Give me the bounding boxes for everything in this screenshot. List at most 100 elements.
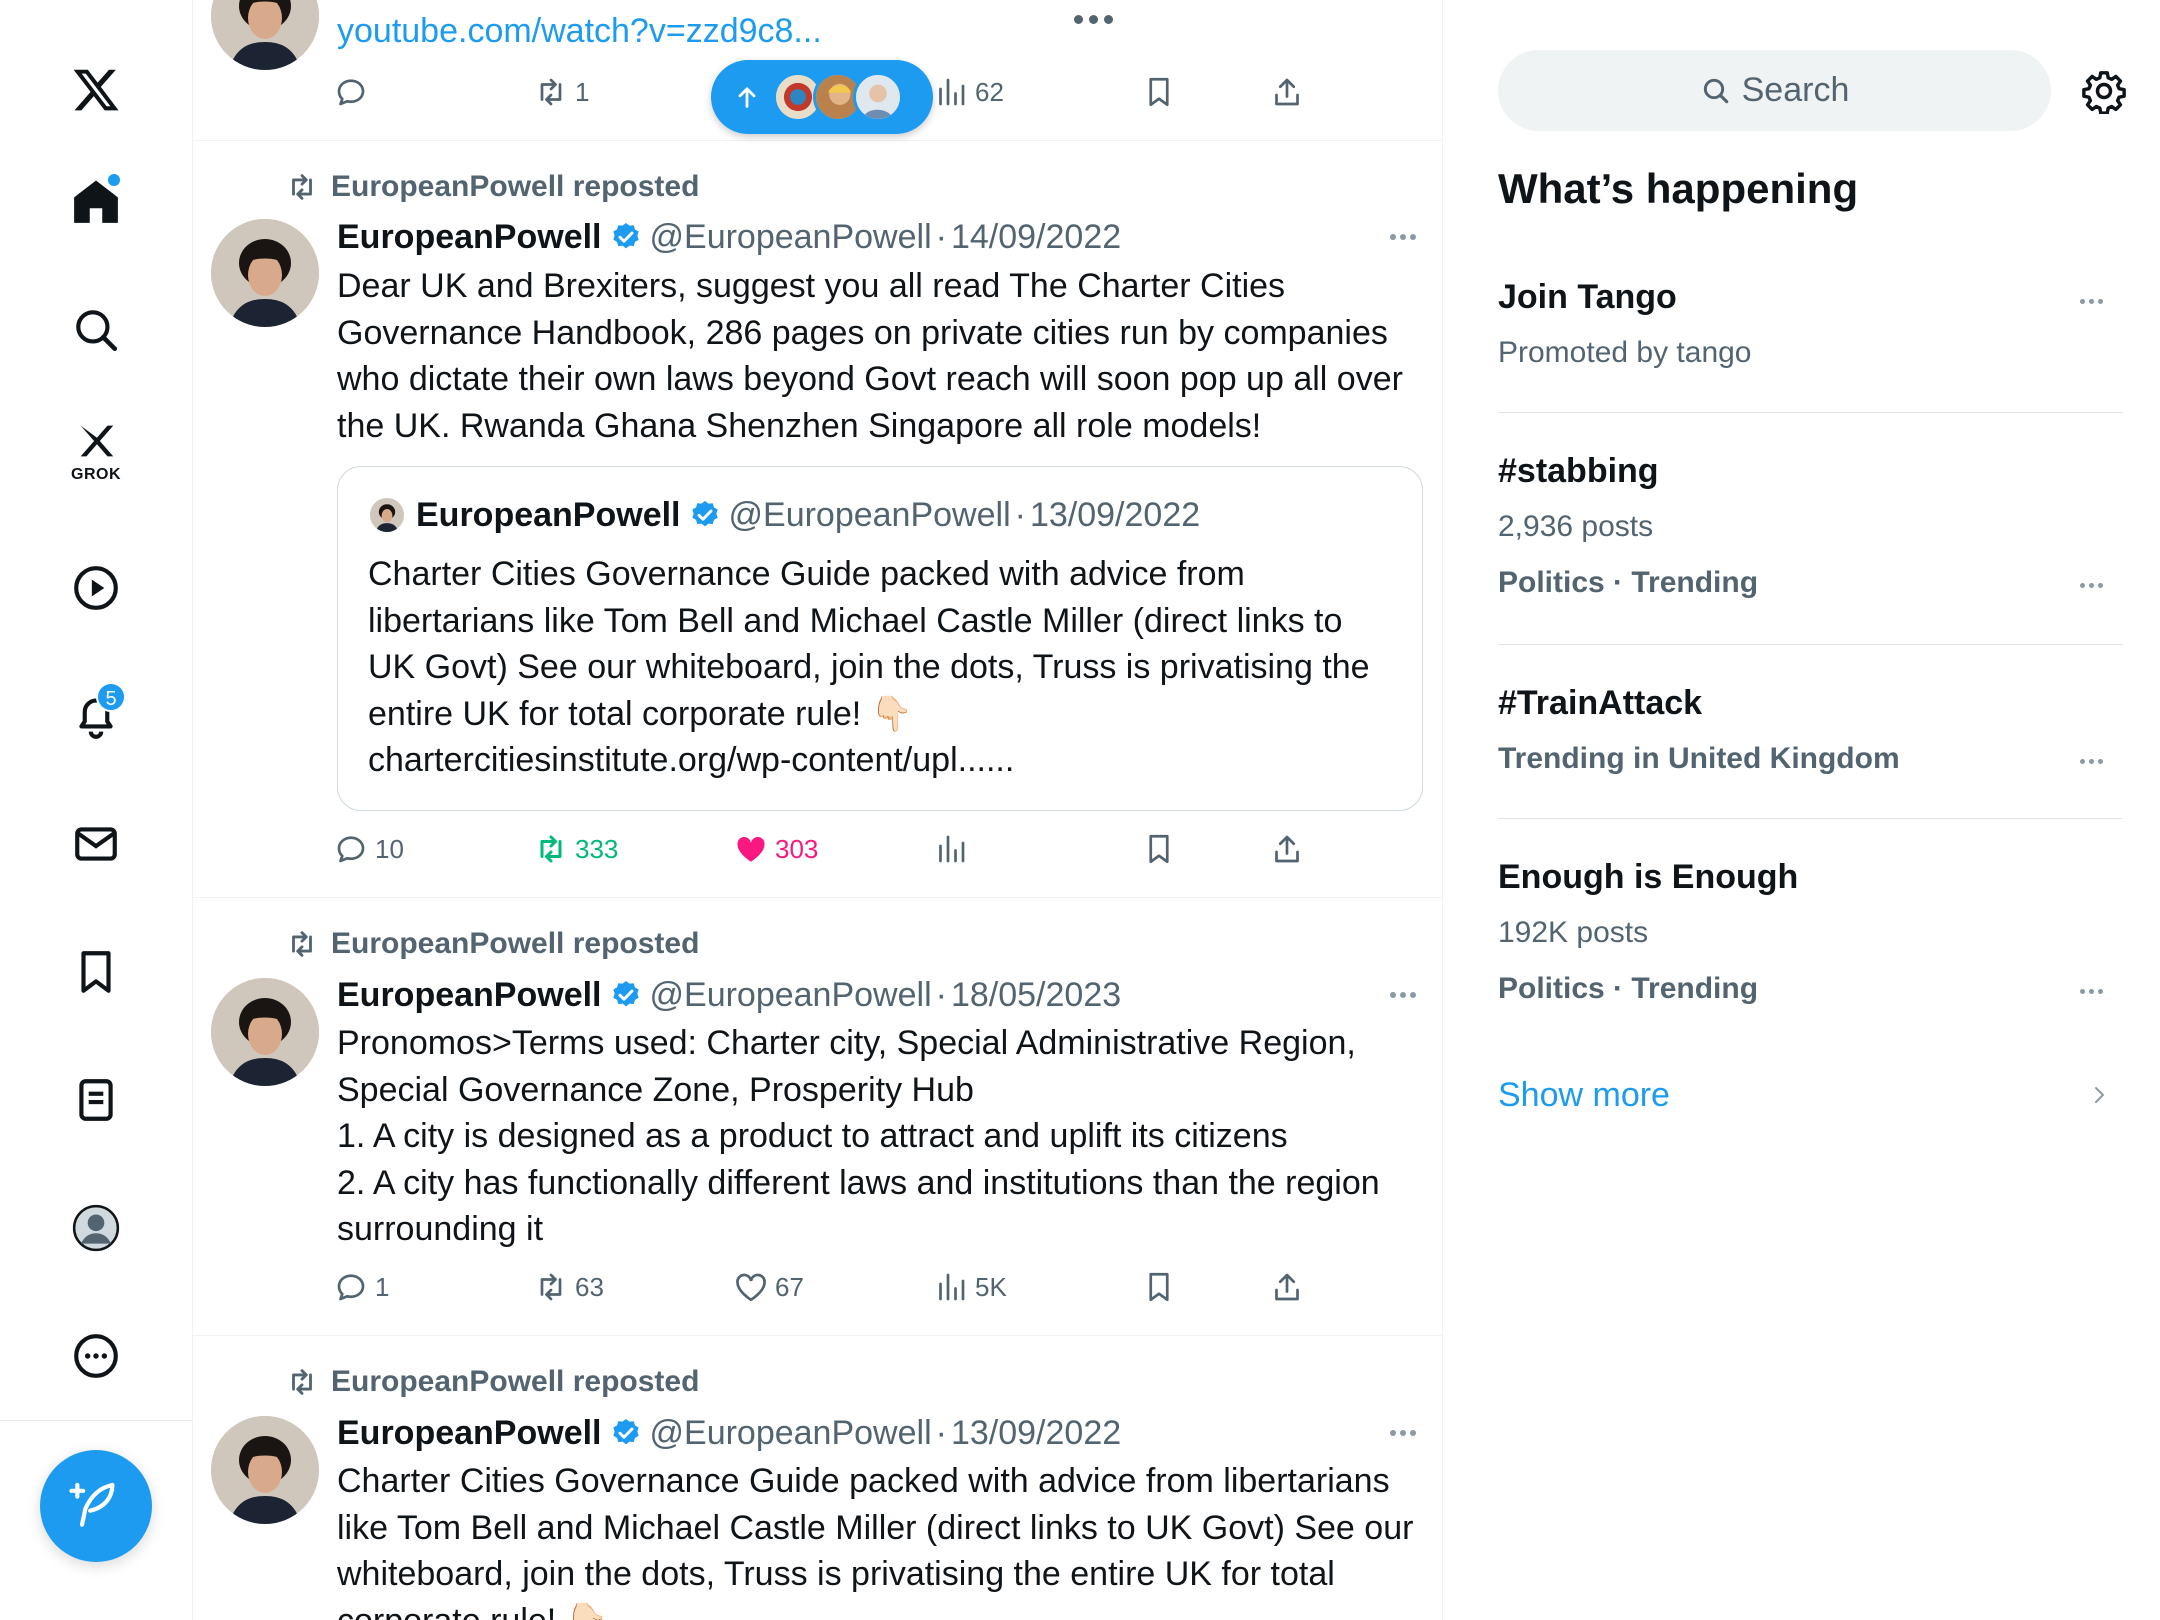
bookmark-button[interactable] (1141, 67, 1183, 117)
repost-button[interactable]: 333 (533, 824, 618, 874)
grok-label: GROK (71, 466, 121, 483)
search-input[interactable]: Search (1498, 50, 2051, 131)
trend-more-button[interactable] (2071, 286, 2111, 316)
new-posts-pill[interactable] (711, 60, 933, 134)
author-avatar[interactable] (211, 0, 319, 70)
post-text: Pronomos>Terms used: Charter city, Speci… (337, 1020, 1422, 1253)
trend-context: Politics · Trending (1498, 972, 1759, 1005)
compose-post-button[interactable] (40, 1450, 152, 1562)
top-more-dots[interactable] (1063, 4, 1123, 34)
share-button[interactable] (1269, 824, 1311, 874)
quoted-post-header: EuropeanPowell @EuropeanPowell · 13/09/2… (370, 493, 1200, 537)
author-name[interactable]: EuropeanPowell (337, 1414, 602, 1453)
author-handle[interactable]: @EuropeanPowell (650, 1414, 932, 1453)
separator: · (935, 975, 947, 1014)
post[interactable]: EuropeanPowell reposted EuropeanPowell @… (193, 898, 1442, 1336)
video-play-icon[interactable] (56, 548, 136, 628)
repost-icon (540, 1273, 562, 1301)
messages-envelope-icon[interactable] (56, 804, 136, 884)
post[interactable]: EuropeanPowell reposted EuropeanPowell @… (193, 1336, 1442, 1620)
reposted-by-line: EuropeanPowell reposted (285, 167, 699, 207)
x-logo-icon[interactable] (56, 50, 136, 130)
views-count: 5K (975, 1271, 1007, 1302)
post-text-line: 1. A city is designed as a product to at… (337, 1117, 1288, 1155)
post-date[interactable]: 13/09/2022 (951, 1414, 1121, 1453)
new-post-avatar (853, 72, 903, 122)
reply-icon (337, 79, 365, 106)
quoted-post[interactable]: EuropeanPowell @EuropeanPowell · 13/09/2… (337, 466, 1423, 811)
heart-filled-icon (737, 836, 765, 862)
post-date[interactable]: 18/05/2023 (951, 976, 1121, 1015)
post-link[interactable]: youtube.com/watch?v=zzd9c8... (337, 8, 1422, 55)
settings-gear-icon[interactable] (2081, 68, 2127, 115)
author-avatar[interactable] (211, 219, 319, 327)
separator: · (935, 217, 947, 256)
bookmark-button[interactable] (1141, 1262, 1183, 1312)
author-handle[interactable]: @EuropeanPowell (650, 976, 932, 1015)
explore-search-icon[interactable] (56, 290, 136, 370)
trend-more-button[interactable] (2071, 976, 2111, 1006)
repost-icon (540, 78, 562, 106)
trend-promoted: Promoted by tango (1498, 336, 1752, 369)
reposted-by-text: EuropeanPowell reposted (331, 170, 700, 203)
like-button[interactable]: 303 (733, 824, 818, 874)
show-more-label: Show more (1498, 1075, 1670, 1114)
trend-more-button[interactable] (2071, 746, 2111, 776)
reply-button[interactable]: 10 (333, 824, 404, 874)
trend-item[interactable]: Join Tango Promoted by tango (1498, 278, 2123, 388)
repost-button[interactable]: 1 (533, 67, 589, 117)
heart-icon (736, 1273, 766, 1302)
bookmark-icon (1149, 1272, 1169, 1302)
trend-item[interactable]: #stabbing 2,936 posts Politics · Trendin… (1498, 452, 2123, 612)
repost-button[interactable]: 63 (533, 1262, 604, 1312)
post[interactable]: EuropeanPowell reposted EuropeanPowell @… (193, 141, 1442, 898)
home-icon[interactable] (56, 162, 136, 242)
trend-item[interactable]: #TrainAttack Trending in United Kingdom (1498, 684, 2123, 794)
post-more-button[interactable] (1383, 1418, 1423, 1448)
post-actions: 10 333 303 (333, 824, 1343, 874)
post-actions: 1 63 67 5K (333, 1262, 1343, 1312)
verified-badge-icon (612, 981, 639, 1007)
bookmark-button[interactable] (1141, 824, 1183, 874)
reply-button[interactable]: 1 (333, 1262, 389, 1312)
grok-icon[interactable]: GROK (56, 410, 136, 490)
notifications-bell-icon[interactable]: 5 (56, 676, 136, 756)
reply-icon (337, 836, 365, 863)
bookmark-icon (1149, 834, 1169, 864)
trend-divider (1498, 818, 2123, 819)
views-button[interactable]: 62 (933, 67, 1004, 117)
trend-item[interactable]: Enough is Enough 192K posts Politics · T… (1498, 858, 2123, 1018)
verified-badge-icon (612, 223, 639, 249)
author-handle[interactable]: @EuropeanPowell (650, 218, 932, 257)
profile-avatar-icon[interactable] (56, 1188, 136, 1268)
author-name[interactable]: EuropeanPowell (337, 218, 602, 257)
reposted-by-text: EuropeanPowell reposted (331, 1365, 700, 1398)
post-more-button[interactable] (1383, 222, 1423, 252)
separator: · (935, 1413, 947, 1452)
like-button[interactable]: 67 (733, 1262, 804, 1312)
author-name[interactable]: EuropeanPowell (337, 976, 602, 1015)
more-ellipsis-icon[interactable] (56, 1316, 136, 1396)
author-avatar[interactable] (211, 1416, 319, 1524)
reply-button[interactable] (333, 67, 375, 117)
post-header: EuropeanPowell @EuropeanPowell · 14/09/2… (337, 215, 1121, 259)
share-button[interactable] (1269, 1262, 1311, 1312)
reposted-by-text: EuropeanPowell reposted (331, 927, 700, 960)
trend-context: Trending in United Kingdom (1498, 742, 1900, 775)
separator: · (1014, 495, 1026, 534)
show-more-link[interactable]: Show more (1498, 1070, 2123, 1120)
post-date[interactable]: 14/09/2022 (951, 218, 1121, 257)
trend-more-button[interactable] (2071, 570, 2111, 600)
lists-icon[interactable] (56, 1060, 136, 1140)
notifications-badge: 5 (96, 682, 126, 712)
author-avatar[interactable] (211, 978, 319, 1086)
views-button[interactable] (933, 824, 975, 874)
bookmarks-icon[interactable] (56, 932, 136, 1012)
share-button[interactable] (1269, 67, 1311, 117)
views-button[interactable]: 5K (933, 1262, 1007, 1312)
quoted-post-text-block: Charter Cities Governance Guide packed w… (368, 551, 1398, 784)
quoted-post-link[interactable]: chartercitiesinstitute.org/wp-content/up… (368, 741, 1014, 779)
post-more-button[interactable] (1383, 980, 1423, 1010)
reply-icon (337, 1274, 365, 1301)
share-icon (1275, 1273, 1299, 1301)
